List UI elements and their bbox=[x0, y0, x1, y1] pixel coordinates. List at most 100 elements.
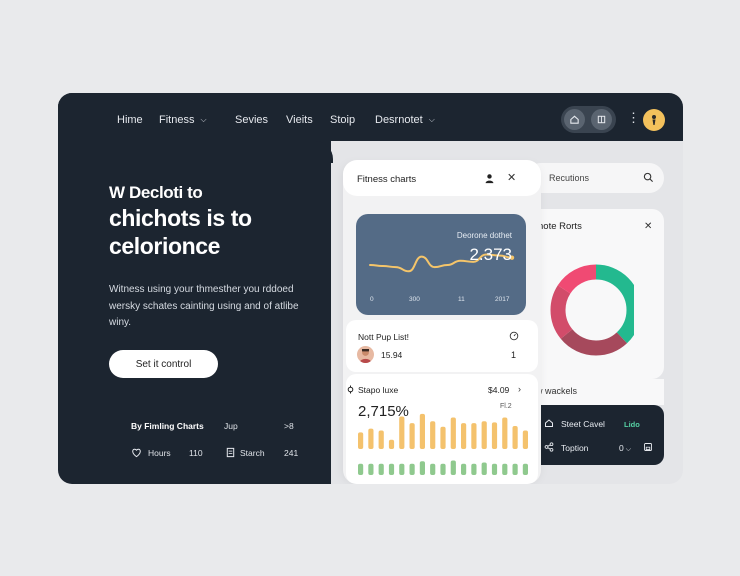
nav-destination[interactable]: Desrnotet ⌵ bbox=[375, 114, 435, 126]
fitness-panel-header: Fitness charts ✕ bbox=[343, 160, 541, 196]
line-chart-tick: 0 bbox=[370, 296, 374, 303]
more-icon[interactable]: ⋮ bbox=[627, 111, 640, 125]
wackels-row-value: 0 ⌵ bbox=[619, 443, 632, 453]
bar-segment-top bbox=[399, 416, 405, 449]
line-chart-card: Deorone dothet 2.373 0 300 11 2017 bbox=[356, 214, 526, 315]
save-icon[interactable] bbox=[643, 442, 653, 452]
bar-chart-percentage: 2,715% bbox=[358, 403, 409, 420]
donut-chart bbox=[550, 264, 634, 356]
app-window: Hime Fitness ⌵ Sevies Vieits Stoip Desrno… bbox=[58, 93, 683, 484]
wackels-row-label[interactable]: Toption bbox=[561, 443, 588, 453]
nav-services[interactable]: Sevies bbox=[235, 114, 268, 126]
search-icon[interactable] bbox=[643, 172, 654, 183]
bar-segment-top bbox=[388, 439, 395, 449]
grid-button[interactable] bbox=[591, 109, 612, 130]
side-search-label: Recutions bbox=[549, 173, 590, 183]
hero-description: Witness using your thmesther you rddoed … bbox=[109, 284, 299, 328]
grid-icon bbox=[597, 115, 606, 124]
bar-chart-price: $4.09 bbox=[488, 385, 510, 395]
bar-segment-bottom bbox=[522, 463, 528, 475]
bar-segment-top bbox=[409, 423, 415, 449]
document-icon bbox=[226, 447, 235, 458]
bar-segment-bottom bbox=[491, 463, 498, 475]
bar-segment-top bbox=[450, 417, 456, 449]
bar-segment-top bbox=[358, 432, 364, 449]
user-icon[interactable] bbox=[484, 173, 495, 184]
bar-segment-bottom bbox=[471, 463, 477, 475]
bar-segment-top bbox=[491, 422, 498, 449]
chevron-right-icon[interactable]: › bbox=[518, 384, 521, 394]
bar-segment-top bbox=[481, 421, 487, 449]
nav-visits[interactable]: Vieits bbox=[286, 114, 313, 126]
nav-stop[interactable]: Stoip bbox=[330, 114, 355, 126]
chevron-down-icon: ⌵ bbox=[428, 115, 435, 124]
bar-segment-top bbox=[440, 426, 446, 449]
wackels-list bbox=[526, 405, 664, 465]
close-icon[interactable]: ✕ bbox=[507, 171, 516, 184]
bar-segment-bottom bbox=[450, 460, 456, 475]
bar-segment-top bbox=[522, 430, 528, 449]
hero-title: W Decloti to chichots is to celorionce bbox=[109, 183, 252, 259]
bar-segment-bottom bbox=[388, 463, 395, 475]
bar-segment-top bbox=[502, 417, 508, 449]
person-icon bbox=[652, 115, 656, 125]
bar-chart-small-value: Fl.2 bbox=[500, 403, 512, 410]
close-icon[interactable]: ✕ bbox=[644, 221, 652, 232]
line-chart-tick: 2017 bbox=[495, 296, 510, 303]
list-card[interactable]: Nott Pup List! 15.94 1 bbox=[346, 320, 538, 372]
heart-icon bbox=[132, 448, 141, 458]
cta-button[interactable]: Set it control bbox=[109, 350, 218, 378]
starch-value: 241 bbox=[284, 448, 299, 458]
bar-segment-top bbox=[368, 428, 374, 449]
settings-icon bbox=[347, 385, 354, 394]
starch-label: Starch bbox=[240, 448, 265, 458]
chevron-down-icon: ⌵ bbox=[625, 446, 632, 453]
list-item-count: 1 bbox=[511, 350, 517, 360]
avatar bbox=[357, 346, 374, 363]
bar-segment-bottom bbox=[399, 463, 405, 475]
stats-heading-extra: Jup bbox=[224, 421, 238, 431]
wackels-row-label[interactable]: Steet Cavel bbox=[561, 419, 605, 429]
bar-segment-bottom bbox=[430, 463, 436, 475]
bar-segment-top bbox=[430, 421, 436, 449]
nav-fitness[interactable]: Fitness ⌵ bbox=[159, 114, 207, 126]
user-avatar[interactable] bbox=[643, 109, 665, 131]
bar-segment-top bbox=[461, 423, 467, 449]
home-icon bbox=[545, 419, 553, 427]
fitness-panel: Fitness charts ✕ Deorone dothet 2.373 0 … bbox=[343, 160, 541, 484]
bar-segment-bottom bbox=[461, 463, 467, 475]
bar-segment-bottom bbox=[481, 462, 487, 475]
bar-chart-title: Stapo luxe bbox=[358, 385, 399, 395]
bar-segment-bottom bbox=[419, 461, 425, 475]
bar-segment-bottom bbox=[512, 463, 518, 475]
reports-card-title: note Rorts bbox=[538, 221, 582, 232]
home-icon bbox=[570, 115, 579, 124]
bar-chart-card: Stapo luxe $4.09 › 2,715% Fl.2 bbox=[346, 374, 538, 484]
bar-segment-bottom bbox=[440, 463, 446, 475]
bar-segment-bottom bbox=[378, 463, 384, 475]
line-chart-label: Deorone dothet bbox=[456, 231, 512, 240]
bar-segment-bottom bbox=[409, 463, 415, 475]
stats-heading: By Fimling Charts bbox=[131, 421, 204, 431]
wackels-row-badge: Lido bbox=[624, 420, 640, 429]
home-button[interactable] bbox=[564, 109, 585, 130]
line-chart-tick: 11 bbox=[458, 296, 465, 303]
wackels-title: w wackels bbox=[536, 386, 578, 396]
bar-segment-bottom bbox=[368, 463, 374, 475]
line-chart-value: 2.373 bbox=[469, 245, 512, 264]
fitness-panel-title: Fitness charts bbox=[357, 174, 417, 185]
hours-label: Hours bbox=[148, 448, 171, 458]
nav-home[interactable]: Hime bbox=[117, 114, 143, 126]
line-chart-tick: 300 bbox=[409, 296, 420, 303]
clock-icon bbox=[509, 331, 519, 341]
bar-segment-bottom bbox=[358, 463, 364, 475]
list-item-value: 15.94 bbox=[381, 350, 403, 360]
bar-segment-top bbox=[378, 430, 384, 449]
bar-segment-top bbox=[471, 423, 477, 449]
list-card-title: Nott Pup List! bbox=[358, 332, 410, 342]
bar-segment-top bbox=[512, 426, 518, 449]
share-icon bbox=[544, 442, 554, 452]
bar-segment-top bbox=[419, 413, 425, 449]
hours-value: 110 bbox=[189, 448, 203, 458]
chevron-down-icon: ⌵ bbox=[200, 115, 207, 124]
